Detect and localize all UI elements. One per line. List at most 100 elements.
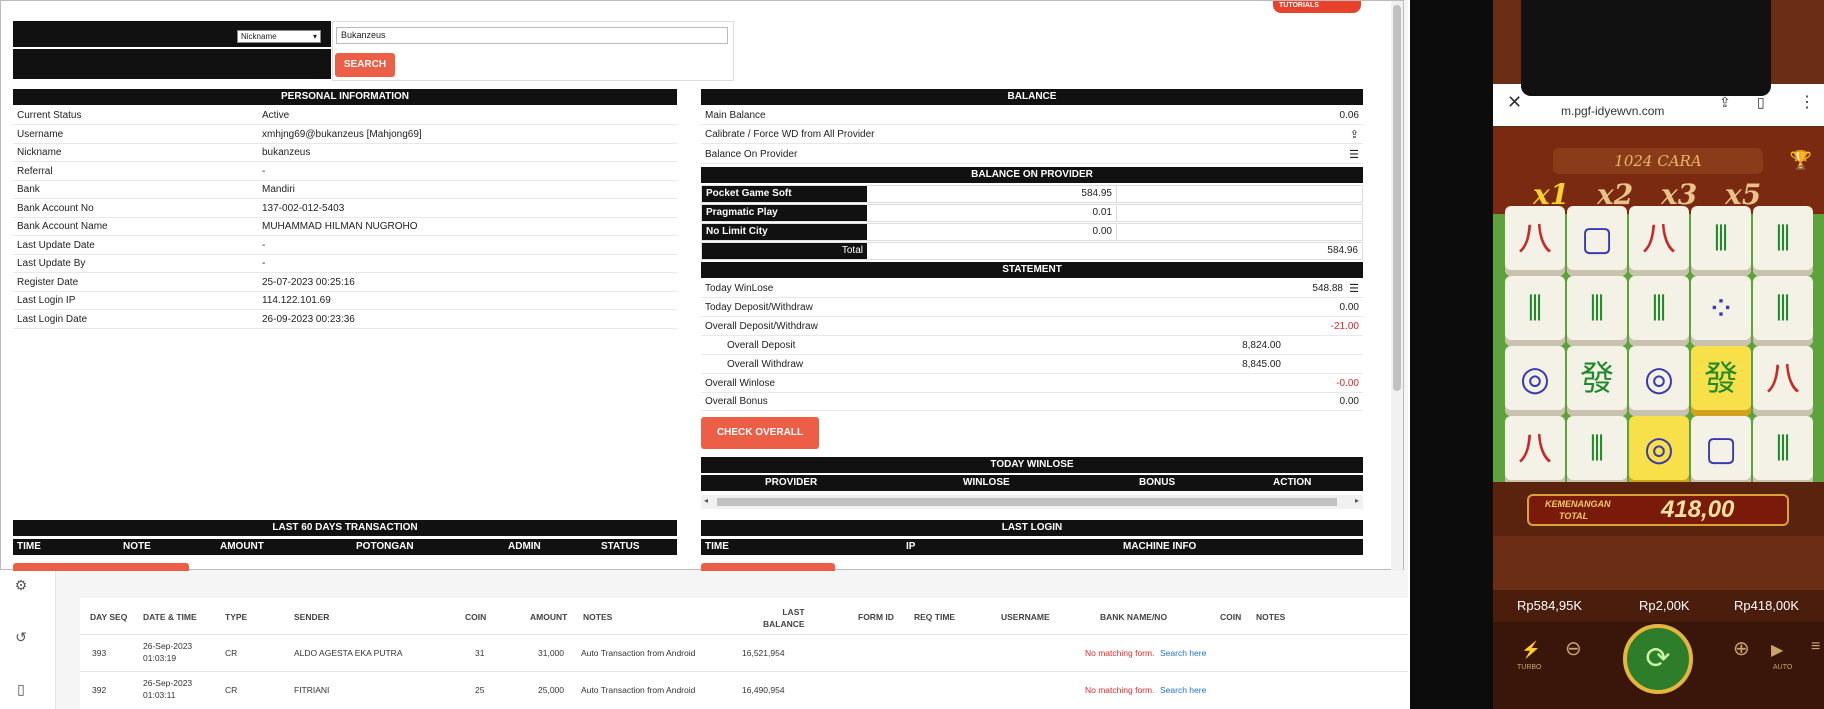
overall-withdraw-value: 8,845.00 xyxy=(1242,359,1281,370)
info-key: Last Login IP xyxy=(17,295,76,306)
last60-columns: TIME NOTE AMOUNT POTONGAN ADMIN STATUS xyxy=(13,539,677,555)
row1-coin: 31 xyxy=(475,648,485,658)
info-key: Bank Account No xyxy=(17,202,94,214)
col-winlose: WINLOSE xyxy=(963,477,1010,488)
game-header: 1024 CARA 🏆 x1 x2 x3 x5 xyxy=(1493,128,1824,214)
col-date-time: DATE & TIME xyxy=(143,612,197,622)
win-banner: KEMENANGAN TOTAL 418,00 xyxy=(1493,482,1824,536)
col-amount: AMOUNT xyxy=(220,541,264,552)
overall-winlose-value: -0.00 xyxy=(1336,378,1359,389)
row2-notes: Auto Transaction from Android xyxy=(581,685,696,695)
row2-date: 26-Sep-2023 xyxy=(143,678,193,688)
search-field-select[interactable]: Nickname ▾ xyxy=(237,30,321,43)
last60-button-partial[interactable] xyxy=(13,563,189,571)
info-value: - xyxy=(262,258,266,269)
mahjong-tile: 八 xyxy=(1629,206,1689,276)
scroll-left-icon[interactable]: ◂ xyxy=(704,496,708,505)
row1-search-link[interactable]: Search here xyxy=(1160,648,1206,658)
close-icon[interactable]: ✕ xyxy=(1507,92,1522,113)
scroll-thumb[interactable] xyxy=(717,498,1337,506)
row2-coin: 25 xyxy=(475,685,485,695)
hamburger-icon[interactable]: ≡ xyxy=(1811,638,1820,656)
col-potongan: POTONGAN xyxy=(356,541,414,552)
col-form-id: FORM ID xyxy=(858,612,894,622)
row2-no-match: No matching form. xyxy=(1085,685,1155,695)
mahjong-tile: 發 xyxy=(1691,346,1751,416)
provider-value: 584.95 xyxy=(1081,188,1112,199)
col-amount: AMOUNT xyxy=(530,612,568,622)
check-overall-button[interactable]: CHECK OVERALL xyxy=(701,417,819,449)
mahjong-tile: ▢ xyxy=(1691,416,1751,486)
notch-overlay xyxy=(1521,0,1771,96)
provider-name: Pragmatic Play xyxy=(702,205,867,221)
row2-search-link[interactable]: Search here xyxy=(1160,685,1206,695)
external-link-icon[interactable]: ⇪ xyxy=(1350,126,1359,144)
provider-value: 0.00 xyxy=(1092,226,1112,237)
last-login-button-partial[interactable] xyxy=(701,563,835,571)
info-key: Last Update Date xyxy=(17,239,95,251)
cashier-icon[interactable]: ⚙ xyxy=(12,576,30,594)
info-key: Bank xyxy=(17,184,40,195)
horizontal-scrollbar[interactable]: ◂ ▸ xyxy=(701,495,1363,509)
spin-button[interactable]: ⟳ xyxy=(1623,624,1693,694)
mahjong-tile: ◎ xyxy=(1505,346,1565,416)
info-value: 26-09-2023 00:23:36 xyxy=(262,313,355,325)
scroll-right-icon[interactable]: ▸ xyxy=(1355,496,1359,505)
row1-no-match: No matching form. xyxy=(1085,648,1155,658)
main-balance-value: 0.06 xyxy=(1339,110,1359,121)
col-sender: SENDER xyxy=(294,612,330,622)
col-action: ACTION xyxy=(1273,477,1312,488)
info-key: Last Update By xyxy=(17,258,86,269)
auto-label: AUTO xyxy=(1773,664,1793,671)
turbo-icon[interactable]: ⚡ xyxy=(1521,640,1541,660)
row1-last-balance: 16,521,954 xyxy=(742,648,785,658)
check-overall-label: CHECK OVERALL xyxy=(716,427,804,438)
plus-icon[interactable]: ⊕ xyxy=(1733,636,1750,661)
list-icon[interactable]: ☰ xyxy=(1349,280,1359,298)
search-button[interactable]: SEARCH xyxy=(335,53,395,77)
list-icon[interactable]: ☰ xyxy=(1349,146,1359,164)
col-status: STATUS xyxy=(601,541,640,552)
mahjong-tile: 八 xyxy=(1505,416,1565,486)
share-icon[interactable]: ⇪ xyxy=(1719,94,1731,111)
tutorials-button[interactable]: TUTORIALS xyxy=(1273,1,1361,13)
row2-seq: 392 xyxy=(92,685,107,695)
book-icon[interactable]: ▯ xyxy=(12,680,30,698)
mahjong-tile: ⦀ xyxy=(1567,416,1627,486)
today-dw-label: Today Deposit/Withdraw xyxy=(705,302,813,313)
modal-scroll-thumb[interactable] xyxy=(1393,5,1401,391)
info-value: 25-07-2023 00:25:16 xyxy=(262,276,355,288)
control-bar: ⚡ TURBO ⊖ ⟳ ⊕ ▶ AUTO ≡ xyxy=(1493,622,1824,709)
win-value: 418,00 xyxy=(1661,496,1735,523)
overall-dw-row: Overall Deposit/Withdraw -21.00 xyxy=(701,318,1363,336)
col-time: TIME xyxy=(17,541,41,552)
tutorials-label: TUTORIALS xyxy=(1279,2,1319,9)
col-req-time: REQ TIME xyxy=(914,612,956,622)
mahjong-tile: ◎ xyxy=(1629,346,1689,416)
history-icon[interactable]: ↺ xyxy=(12,628,30,646)
overall-bonus-label: Overall Bonus xyxy=(705,396,768,407)
overall-winlose-row: Overall Winlose -0.00 xyxy=(701,375,1363,393)
col-coin-2: COIN xyxy=(1220,612,1242,622)
overall-deposit-label: Overall Deposit xyxy=(727,340,796,351)
menu-dots-icon[interactable]: ⋮ xyxy=(1799,92,1815,112)
trophy-icon[interactable]: 🏆 xyxy=(1790,150,1812,171)
win-box: KEMENANGAN TOTAL 418,00 xyxy=(1527,494,1789,526)
search-input[interactable]: Bukanzeus xyxy=(336,27,728,44)
today-winlose-columns: PROVIDER WINLOSE BONUS ACTION xyxy=(701,475,1363,491)
info-value: xmhjng69@bukanzeus [Mahjong69] xyxy=(262,128,422,140)
info-value: - xyxy=(262,165,266,177)
overall-deposit-value: 8,824.00 xyxy=(1242,340,1281,351)
autoplay-icon[interactable]: ▶ xyxy=(1771,640,1783,660)
row1-seq: 393 xyxy=(92,648,107,658)
row1-time: 01:03:19 xyxy=(143,653,177,663)
minus-icon[interactable]: ⊖ xyxy=(1565,636,1582,661)
personal-info-row: Last Update Date - xyxy=(13,237,677,255)
col-note: NOTE xyxy=(123,541,151,552)
win-label-1: KEMENANGAN xyxy=(1545,499,1611,509)
bookmark-icon[interactable]: ▯ xyxy=(1757,94,1765,111)
calibrate-label: Calibrate / Force WD from All Provider xyxy=(705,129,875,140)
personal-info-header: PERSONAL INFORMATION xyxy=(13,89,677,105)
calibrate-row: Calibrate / Force WD from All Provider ⇪ xyxy=(701,126,1363,144)
overall-bonus-row: Overall Bonus 0.00 xyxy=(701,393,1363,411)
